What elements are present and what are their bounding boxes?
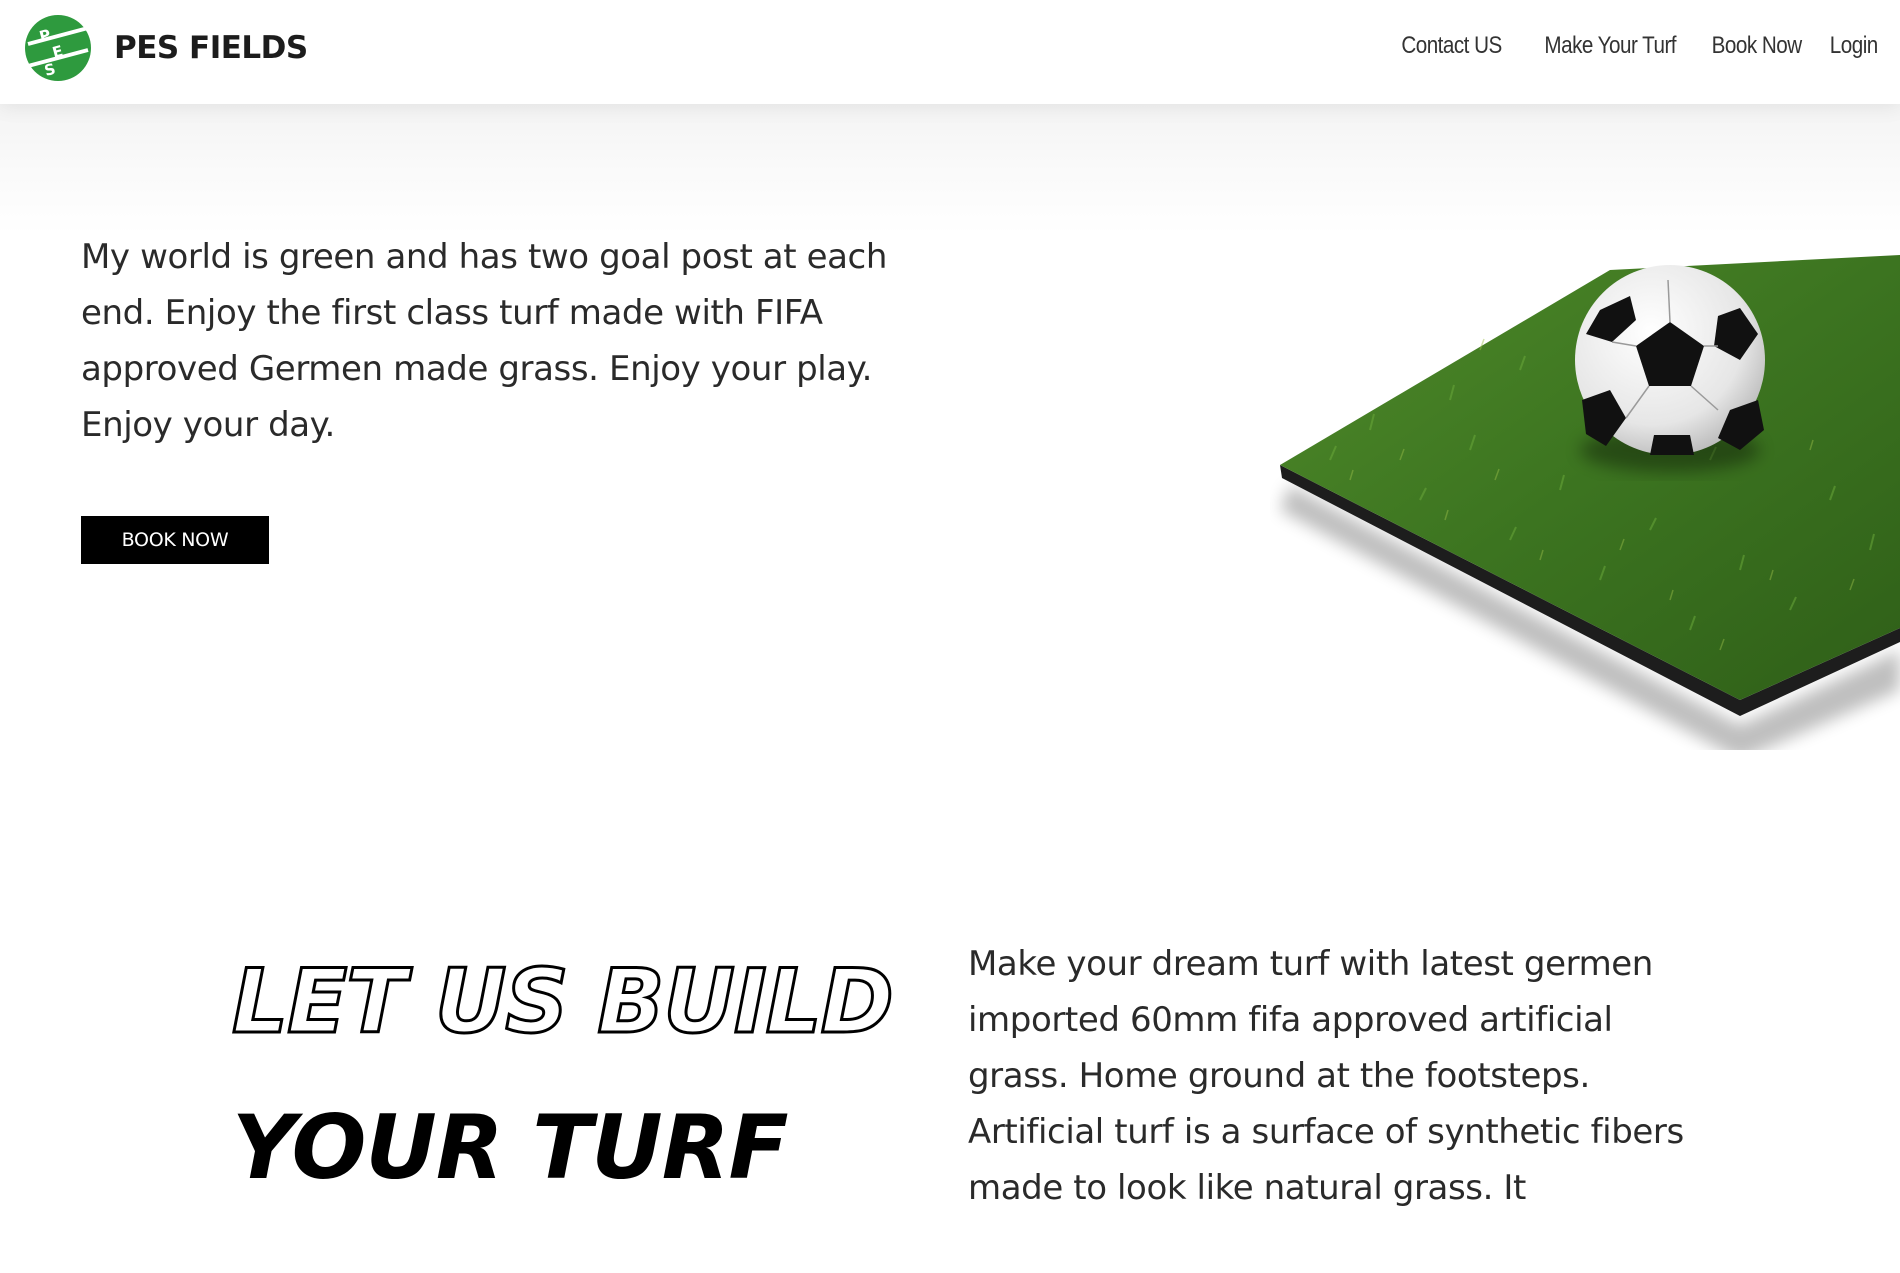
- book-now-button[interactable]: BOOK NOW: [81, 516, 269, 564]
- build-description: Make your dream turf with latest germen …: [968, 936, 1688, 1216]
- soccer-ball-on-turf-icon: [1280, 255, 1900, 750]
- main-nav: Contact US Make Your Turf Book Now Login: [1385, 32, 1878, 60]
- pes-fields-logo-icon: P E S: [25, 15, 91, 81]
- nav-contact-us[interactable]: Contact US: [1401, 32, 1502, 60]
- build-heading-outline: LET US BUILD: [231, 950, 896, 1053]
- site-header: P E S PES FIELDS Contact US Make Your Tu…: [0, 0, 1900, 104]
- build-heading: LET US BUILD YOUR TURF: [231, 950, 952, 1199]
- brand-logo[interactable]: P E S PES FIELDS: [24, 14, 308, 82]
- nav-make-your-turf[interactable]: Make Your Turf: [1544, 32, 1676, 60]
- nav-book-now[interactable]: Book Now: [1711, 32, 1801, 60]
- hero-tagline: My world is green and has two goal post …: [81, 237, 887, 445]
- build-heading-solid: YOUR TURF: [232, 1096, 789, 1199]
- build-paragraph: Artificial turf is a surface of syntheti…: [968, 1112, 1684, 1208]
- nav-login[interactable]: Login: [1830, 32, 1878, 60]
- hero-background: [0, 104, 1900, 234]
- build-paragraph: Make your dream turf with latest germen …: [968, 944, 1653, 1096]
- brand-name: PES FIELDS: [114, 30, 308, 66]
